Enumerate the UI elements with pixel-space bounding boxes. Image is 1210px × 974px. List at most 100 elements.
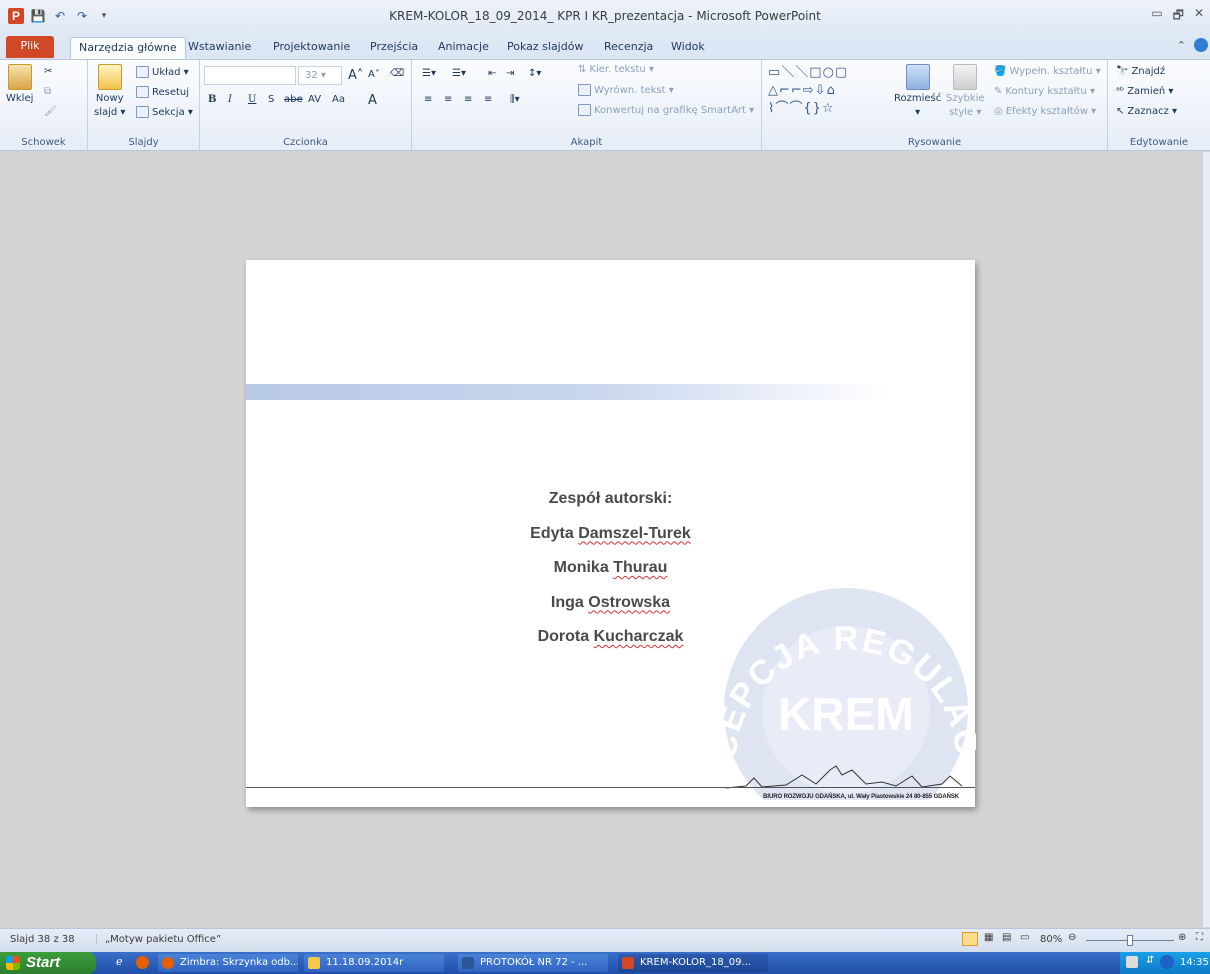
zoom-in-icon[interactable]: ⊕ xyxy=(1178,932,1186,943)
copy-icon[interactable]: ⧉ xyxy=(44,86,51,97)
tray-app-icon[interactable] xyxy=(1126,956,1138,968)
align-center-icon[interactable]: ≡ xyxy=(444,94,452,105)
cut-icon[interactable]: ✂ xyxy=(44,66,52,77)
tab-file[interactable]: Plik xyxy=(6,36,54,58)
align-text-button[interactable]: Wyrówn. tekst ▾ xyxy=(578,84,674,96)
tab-slideshow[interactable]: Pokaz slajdów xyxy=(499,37,591,59)
align-right-icon[interactable]: ≡ xyxy=(464,94,472,105)
shape-effects-label: Efekty kształtów ▾ xyxy=(1005,106,1097,117)
slide[interactable]: Zespół autorski: Edyta Damszel-Turek Mon… xyxy=(246,260,976,807)
zoom-level[interactable]: 80% xyxy=(1040,934,1062,945)
tab-home[interactable]: Narzędzia główne xyxy=(70,37,186,59)
vertical-scrollbar[interactable] xyxy=(1202,152,1210,927)
group-editing: 🔭 Znajdź ᵃᵇ Zamień ▾ ↖ Zaznacz ▾ Edytowanie xyxy=(1108,60,1210,150)
section-button[interactable]: Sekcja ▾ xyxy=(136,106,193,118)
bullets-icon[interactable]: ☰▾ xyxy=(422,68,436,79)
group-font: 32 ▾ A˄ A˅ ⌫ B I U S abe AV Aa A Czcionk… xyxy=(200,60,412,150)
group-slides: Nowy slajd ▾ Układ ▾ Resetuj Sekcja ▾ Sl… xyxy=(88,60,200,150)
network-icon[interactable]: ⇵ xyxy=(1146,955,1154,966)
shape-effects-button[interactable]: ◎ Efekty kształtów ▾ xyxy=(994,106,1096,117)
arrange-button[interactable]: Rozmieść ▾ xyxy=(894,64,941,118)
reset-button[interactable]: Resetuj xyxy=(136,86,189,98)
firefox-icon[interactable] xyxy=(136,956,149,969)
slide-sorter-icon[interactable]: ▦ xyxy=(984,932,993,943)
strikethrough-button[interactable]: abe xyxy=(284,94,303,105)
align-text-icon xyxy=(578,84,591,96)
minimize-ribbon-icon[interactable]: ▭ xyxy=(1151,6,1162,27)
footer-address: BIURO ROZWOJU GDAŃSKA, ul. Wały Piastows… xyxy=(763,794,959,800)
quick-styles-label-1: Szybkie xyxy=(946,93,985,104)
minimize-ribbon-chevron-icon[interactable]: ⌃ xyxy=(1177,39,1186,52)
grow-font-button[interactable]: A˄ xyxy=(348,68,363,83)
shrink-font-button[interactable]: A˅ xyxy=(368,69,380,80)
taskbar-item[interactable]: PROTOKÓŁ NR 72 - ... xyxy=(458,954,608,972)
numbering-icon[interactable]: ☰▾ xyxy=(452,68,466,79)
shape-outline-button[interactable]: ✎ Kontury kształtu ▾ xyxy=(994,86,1095,97)
columns-icon[interactable]: ⫼▾ xyxy=(510,94,520,105)
new-slide-button[interactable]: Nowy slajd ▾ xyxy=(94,64,125,118)
fit-to-window-icon[interactable]: ⛶ xyxy=(1196,932,1203,943)
section-icon xyxy=(136,106,149,118)
smartart-label: Konwertuj na grafikę SmartArt ▾ xyxy=(594,104,755,116)
cursor-icon: ↖ xyxy=(1116,106,1125,117)
taskbar-item[interactable]: KREM-KOLOR_18_09... xyxy=(618,954,768,972)
tab-design[interactable]: Projektowanie xyxy=(265,37,358,59)
zoom-out-icon[interactable]: ⊖ xyxy=(1068,932,1076,943)
select-button[interactable]: ↖ Zaznacz ▾ xyxy=(1116,106,1177,117)
powerpoint-icon xyxy=(622,957,634,969)
clock[interactable]: 14:35 xyxy=(1180,957,1209,968)
theme-name[interactable]: „Motyw pakietu Office” xyxy=(96,934,221,945)
arrow-icon[interactable] xyxy=(1160,955,1174,969)
window-title: KREM-KOLOR_18_09_2014_ KPR I KR_prezenta… xyxy=(389,9,821,23)
taskbar-item[interactable]: Zimbra: Skrzynka odb... xyxy=(158,954,298,972)
folder-icon xyxy=(308,957,320,969)
underline-button[interactable]: U xyxy=(248,94,256,105)
replace-button[interactable]: ᵃᵇ Zamień ▾ xyxy=(1116,86,1173,97)
quick-styles-button[interactable]: Szybkie style ▾ xyxy=(946,64,985,118)
help-icon[interactable] xyxy=(1194,38,1208,52)
layout-button[interactable]: Układ ▾ xyxy=(136,66,189,78)
shadow-button[interactable]: S xyxy=(268,94,274,105)
find-button[interactable]: 🔭 Znajdź xyxy=(1116,66,1165,77)
increase-indent-icon[interactable]: ⇥ xyxy=(506,68,514,79)
tab-insert[interactable]: Wstawianie xyxy=(180,37,259,59)
ie-icon[interactable]: ℯ xyxy=(116,955,123,968)
zoom-slider[interactable] xyxy=(1086,935,1174,946)
char-spacing-button[interactable]: AV xyxy=(308,94,321,105)
tab-animations[interactable]: Animacje xyxy=(430,37,497,59)
change-case-button[interactable]: Aa xyxy=(332,94,345,105)
font-color-button[interactable]: A xyxy=(368,93,377,108)
text-direction-button[interactable]: ⇅ Kier. tekstu ▾ xyxy=(578,64,654,75)
decrease-indent-icon[interactable]: ⇤ xyxy=(488,68,496,79)
group-label-drawing: Rysowanie xyxy=(907,137,962,148)
binoculars-icon: 🔭 xyxy=(1116,66,1129,77)
shapes-gallery[interactable]: ▭＼＼□○▢ △⌐⌐⇨⇩⌂ ⌇⌒⌒{}☆ xyxy=(768,64,886,120)
group-label-paragraph: Akapit xyxy=(570,137,603,148)
tab-transitions[interactable]: Przejścia xyxy=(362,37,426,59)
line-spacing-icon[interactable]: ↕▾ xyxy=(528,68,541,79)
reading-view-icon[interactable]: ▤ xyxy=(1002,932,1011,943)
font-size-input[interactable]: 32 ▾ xyxy=(298,66,342,85)
tab-review[interactable]: Recenzja xyxy=(596,37,661,59)
close-window-icon[interactable]: ✕ xyxy=(1194,6,1204,27)
reset-label: Resetuj xyxy=(152,86,190,98)
align-left-icon[interactable]: ≡ xyxy=(424,94,432,105)
format-painter-icon[interactable]: 🖌 xyxy=(44,106,57,117)
tab-view[interactable]: Widok xyxy=(663,37,713,59)
justify-icon[interactable]: ≡ xyxy=(484,94,492,105)
paste-button[interactable]: Wklej xyxy=(6,64,33,104)
shape-fill-button[interactable]: 🪣 Wypełn. kształtu ▾ xyxy=(994,66,1101,77)
group-label-font: Czcionka xyxy=(283,137,328,148)
restore-window-icon[interactable]: 🗗 xyxy=(1173,6,1184,27)
font-name-input[interactable] xyxy=(204,66,296,85)
bold-button[interactable]: B xyxy=(208,94,216,105)
zoom-slider-thumb[interactable] xyxy=(1127,935,1133,946)
taskbar-item[interactable]: 11.18.09.2014r xyxy=(304,954,444,972)
clear-formatting-icon[interactable]: ⌫ xyxy=(390,68,404,79)
normal-view-icon[interactable] xyxy=(962,932,978,946)
smartart-button[interactable]: Konwertuj na grafikę SmartArt ▾ xyxy=(578,104,754,116)
italic-button[interactable]: I xyxy=(228,94,232,105)
arrange-icon xyxy=(905,64,930,90)
slideshow-view-icon[interactable]: ▭ xyxy=(1020,932,1029,943)
windows-logo-icon xyxy=(6,956,20,970)
